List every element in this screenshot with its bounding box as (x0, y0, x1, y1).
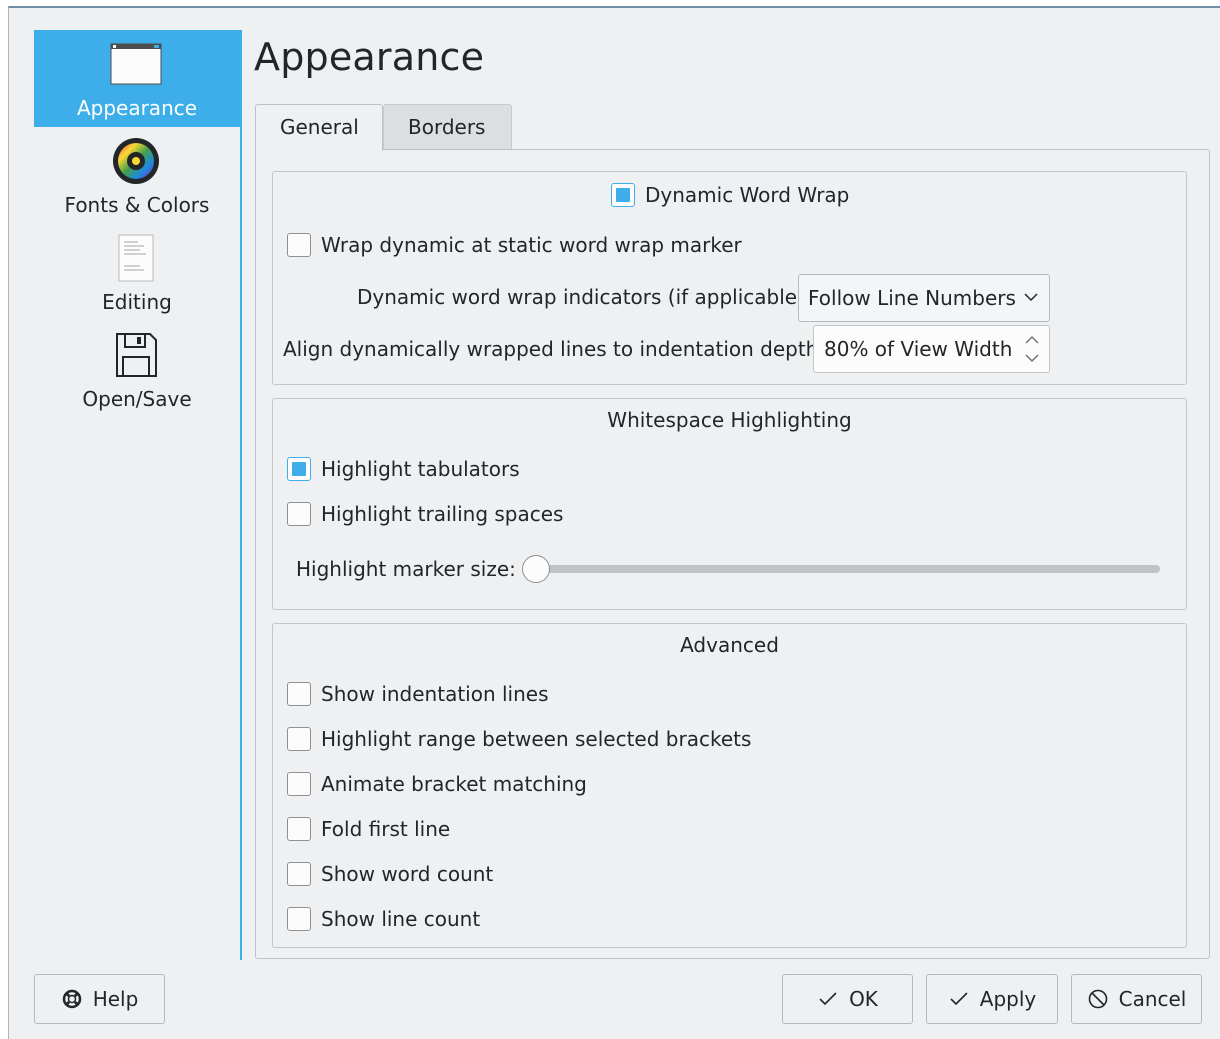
sidebar-item-label: Appearance (76, 96, 198, 120)
sidebar-item-label: Editing (102, 290, 172, 314)
apply-button[interactable]: Apply (926, 974, 1058, 1024)
highlight-trailing-spaces-checkbox[interactable]: Highlight trailing spaces (287, 500, 563, 528)
option-label: Animate bracket matching (321, 772, 587, 796)
group-dynamic-word-wrap: Dynamic Word Wrap Wrap dynamic at static… (272, 171, 1187, 385)
document-icon (118, 234, 154, 282)
slider-handle[interactable] (522, 555, 550, 583)
animate-bracket-matching-checkbox[interactable]: Animate bracket matching (287, 770, 587, 798)
sidebar-item-label: Fonts & Colors (64, 193, 210, 217)
group-whitespace-highlighting: Whitespace Highlighting Highlight tabula… (272, 398, 1187, 610)
checkbox-checked-icon[interactable] (287, 457, 311, 481)
checkbox-unchecked-icon[interactable] (287, 233, 311, 257)
advanced-group-title: Advanced (680, 633, 779, 657)
wrap-indicators-combo[interactable]: Follow Line Numbers (798, 274, 1050, 322)
cancel-button[interactable]: Cancel (1071, 974, 1202, 1024)
show-word-count-checkbox[interactable]: Show word count (287, 860, 493, 888)
page-title: Appearance (254, 35, 485, 79)
help-lifebuoy-icon (62, 989, 81, 1009)
wrap-indicators-label: Dynamic word wrap indicators (if applica… (357, 285, 812, 309)
option-label: Show line count (321, 907, 481, 931)
highlight-trailing-spaces-label: Highlight trailing spaces (321, 502, 564, 526)
option-label: Show indentation lines (321, 682, 549, 706)
checkbox-unchecked-icon[interactable] (287, 862, 311, 886)
fold-first-line-checkbox[interactable]: Fold first line (287, 815, 450, 843)
spin-arrows-icon[interactable] (1023, 331, 1041, 367)
checkbox-unchecked-icon[interactable] (287, 682, 311, 706)
checkbox-unchecked-icon[interactable] (287, 502, 311, 526)
option-label: Fold first line (321, 817, 451, 841)
checkbox-unchecked-icon[interactable] (287, 907, 311, 931)
dynamic-word-wrap-label: Dynamic Word Wrap (645, 183, 850, 207)
highlight-bracket-range-checkbox[interactable]: Highlight range between selected bracket… (287, 725, 751, 753)
group-advanced: Advanced Show indentation lines Highligh… (272, 623, 1187, 948)
ok-button-label: OK (849, 987, 878, 1011)
settings-window: Appearance Fonts & Colors Editing Open/S… (8, 6, 1220, 1039)
cancel-icon (1088, 989, 1107, 1009)
wrap-indicators-value: Follow Line Numbers (808, 286, 1016, 310)
sidebar-item-open-save[interactable]: Open/Save (34, 321, 240, 418)
checkbox-unchecked-icon[interactable] (287, 817, 311, 841)
align-indentation-spinbox[interactable]: 80% of View Width (813, 325, 1050, 373)
sidebar-item-appearance[interactable]: Appearance (34, 30, 240, 127)
color-wheel-icon (113, 138, 159, 184)
apply-button-label: Apply (979, 987, 1037, 1011)
sidebar-item-fonts-colors[interactable]: Fonts & Colors (34, 127, 240, 224)
checkbox-checked-icon[interactable] (611, 183, 635, 207)
checkbox-unchecked-icon[interactable] (287, 727, 311, 751)
checkbox-unchecked-icon[interactable] (287, 772, 311, 796)
align-indentation-label: Align dynamically wrapped lines to inden… (283, 337, 826, 361)
show-indentation-lines-checkbox[interactable]: Show indentation lines (287, 680, 549, 708)
floppy-disk-icon (116, 333, 157, 377)
wrap-static-marker-label: Wrap dynamic at static word wrap marker (321, 233, 742, 257)
tab-panel-general: Dynamic Word Wrap Wrap dynamic at static… (255, 149, 1210, 959)
sidebar-item-editing[interactable]: Editing (34, 224, 240, 321)
cancel-button-label: Cancel (1118, 987, 1187, 1011)
align-indentation-value: 80% of View Width (824, 337, 1013, 361)
whitespace-group-title: Whitespace Highlighting (607, 408, 852, 432)
help-button[interactable]: Help (34, 974, 165, 1024)
help-button-label: Help (92, 987, 139, 1011)
tab-general[interactable]: General (255, 104, 383, 151)
highlight-tabulators-label: Highlight tabulators (321, 457, 520, 481)
sidebar: Appearance Fonts & Colors Editing Open/S… (34, 30, 242, 960)
highlight-tabulators-checkbox[interactable]: Highlight tabulators (287, 455, 520, 483)
option-label: Highlight range between selected bracket… (321, 727, 752, 751)
show-line-count-checkbox[interactable]: Show line count (287, 905, 480, 933)
window-icon (110, 43, 162, 85)
marker-size-slider[interactable] (528, 565, 1160, 573)
option-label: Show word count (321, 862, 494, 886)
tab-borders[interactable]: Borders (383, 104, 512, 150)
sidebar-item-label: Open/Save (82, 387, 192, 411)
checkmark-icon (819, 992, 837, 1006)
wrap-static-marker-checkbox[interactable]: Wrap dynamic at static word wrap marker (287, 231, 742, 259)
ok-button[interactable]: OK (782, 974, 913, 1024)
checkmark-icon (950, 992, 968, 1006)
marker-size-label: Highlight marker size: (296, 557, 516, 581)
dynamic-word-wrap-checkbox[interactable]: Dynamic Word Wrap (611, 181, 849, 209)
